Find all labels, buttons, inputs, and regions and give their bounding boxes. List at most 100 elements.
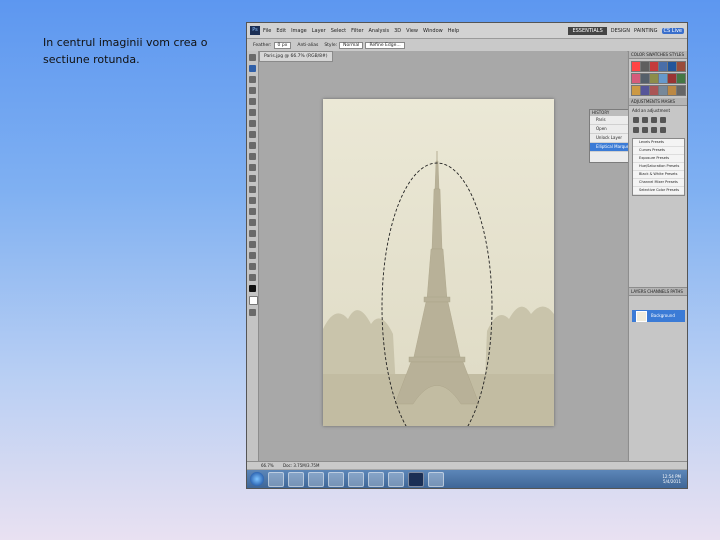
taskbar-clock[interactable]: 12:54 PM 5/4/2011: [662, 474, 681, 484]
workspace-design-button[interactable]: DESIGN: [611, 28, 630, 34]
color-swatches-tabs[interactable]: COLOR SWATCHES STYLES: [629, 51, 687, 59]
style-select[interactable]: Normal: [339, 41, 364, 49]
hand-tool-icon[interactable]: [249, 263, 256, 270]
quick-select-tool-icon[interactable]: [249, 87, 256, 94]
healing-tool-icon[interactable]: [249, 120, 256, 127]
curves-icon[interactable]: [651, 117, 657, 123]
eyedropper-tool-icon[interactable]: [249, 109, 256, 116]
preset-channel-mixer[interactable]: Channel Mixer Presets: [633, 179, 684, 187]
menu-window[interactable]: Window: [423, 28, 443, 34]
taskbar-firefox-icon[interactable]: [368, 471, 384, 487]
cs-live-button[interactable]: CS Live: [661, 27, 684, 34]
taskbar-media-icon[interactable]: [308, 471, 324, 487]
image-canvas[interactable]: [323, 99, 554, 452]
menu-file[interactable]: File: [263, 28, 271, 34]
exposure-icon[interactable]: [660, 117, 666, 123]
hue-saturation-icon[interactable]: [642, 127, 648, 133]
lasso-tool-icon[interactable]: [249, 76, 256, 83]
adjustment-icons-row-2: [629, 125, 687, 135]
adjustment-icons-row-1: [629, 115, 687, 125]
taskbar-photoshop-icon[interactable]: [408, 471, 424, 487]
swatch[interactable]: [676, 73, 686, 84]
start-button-icon[interactable]: [250, 472, 264, 486]
adjustments-title: Add an adjustment: [632, 108, 671, 113]
dodge-tool-icon[interactable]: [249, 197, 256, 204]
windows-taskbar: 12:54 PM 5/4/2011: [247, 470, 687, 488]
foreground-color-swatch[interactable]: [249, 285, 256, 292]
path-select-tool-icon[interactable]: [249, 230, 256, 237]
background-color-swatch[interactable]: [249, 296, 258, 305]
preset-selective-color[interactable]: Selective Color Presets: [633, 187, 684, 195]
document-area: Paris.jpg @ 66.7% (RGB/8#) HISTORY Paris…: [259, 51, 641, 461]
menu-edit[interactable]: Edit: [276, 28, 286, 34]
taskbar-word-icon[interactable]: [428, 471, 444, 487]
status-bar: 66.7% Doc: 3.75M/3.75M: [247, 461, 687, 469]
preset-levels[interactable]: Levels Presets: [633, 139, 684, 147]
taskbar-paint-icon[interactable]: [348, 471, 364, 487]
menu-bar: Ps File Edit Image Layer Select Filter A…: [247, 23, 687, 39]
pen-tool-icon[interactable]: [249, 208, 256, 215]
color-balance-icon[interactable]: [651, 127, 657, 133]
history-brush-tool-icon[interactable]: [249, 153, 256, 160]
menu-select[interactable]: Select: [331, 28, 346, 34]
feather-label: Feather:: [253, 42, 272, 48]
menu-layer[interactable]: Layer: [312, 28, 326, 34]
brightness-icon[interactable]: [633, 117, 639, 123]
type-tool-icon[interactable]: [249, 219, 256, 226]
taskbar-explorer-icon[interactable]: [288, 471, 304, 487]
doc-size: Doc: 3.75M/3.75M: [283, 463, 320, 468]
workspace-painting-button[interactable]: PAINTING: [634, 28, 657, 34]
slide-caption: In centrul imaginii vom crea o sectiune …: [43, 36, 208, 66]
refine-edge-button[interactable]: Refine Edge...: [365, 41, 405, 49]
feather-input[interactable]: 0 px: [273, 41, 292, 49]
black-white-icon[interactable]: [660, 127, 666, 133]
quick-mask-icon[interactable]: [249, 309, 256, 316]
swatch[interactable]: [676, 61, 686, 72]
preset-hue-saturation[interactable]: Hue/Saturation Presets: [633, 163, 684, 171]
levels-icon[interactable]: [642, 117, 648, 123]
taskbar-app-icon[interactable]: [388, 471, 404, 487]
menu-filter[interactable]: Filter: [351, 28, 363, 34]
layer-row-background[interactable]: Background: [632, 310, 685, 322]
stamp-tool-icon[interactable]: [249, 142, 256, 149]
preset-curves[interactable]: Curves Presets: [633, 147, 684, 155]
menu-view[interactable]: View: [406, 28, 418, 34]
preset-exposure[interactable]: Exposure Presets: [633, 155, 684, 163]
layer-name: Background: [651, 313, 675, 318]
workspace-essentials-button[interactable]: ESSENTIALS: [568, 26, 607, 35]
eraser-tool-icon[interactable]: [249, 164, 256, 171]
right-panels: COLOR SWATCHES STYLES ADJUSTMENTS MASKS …: [628, 51, 687, 462]
photoshop-logo: Ps: [250, 26, 260, 35]
menu-image[interactable]: Image: [291, 28, 307, 34]
adjustments-tabs[interactable]: ADJUSTMENTS MASKS: [629, 98, 687, 106]
preset-black-white[interactable]: Black & White Presets: [633, 171, 684, 179]
swatches-grid: [629, 59, 687, 98]
antialias-checkbox[interactable]: Anti-alias: [297, 43, 318, 48]
layers-tabs[interactable]: LAYERS CHANNELS PATHS: [629, 288, 687, 296]
adjustment-presets-list: Levels Presets Curves Presets Exposure P…: [632, 138, 685, 196]
document-tab[interactable]: Paris.jpg @ 66.7% (RGB/8#): [259, 51, 333, 62]
clock-date: 5/4/2011: [663, 479, 681, 484]
shape-tool-icon[interactable]: [249, 241, 256, 248]
eiffel-tower-photo: [323, 99, 554, 452]
crop-tool-icon[interactable]: [249, 98, 256, 105]
photoshop-screenshot: Ps File Edit Image Layer Select Filter A…: [246, 22, 688, 489]
layers-panel: LAYERS CHANNELS PATHS Background: [629, 287, 687, 462]
menu-analysis[interactable]: Analysis: [369, 28, 390, 34]
workspace-switcher: ESSENTIALS DESIGN PAINTING CS Live: [568, 26, 687, 35]
vibrance-icon[interactable]: [633, 127, 639, 133]
marquee-tool-icon[interactable]: [249, 65, 256, 72]
brush-tool-icon[interactable]: [249, 131, 256, 138]
zoom-level[interactable]: 66.7%: [261, 463, 274, 468]
taskbar-ie-icon[interactable]: [268, 471, 284, 487]
menu-help[interactable]: Help: [448, 28, 459, 34]
gradient-tool-icon[interactable]: [249, 175, 256, 182]
blur-tool-icon[interactable]: [249, 186, 256, 193]
layer-thumbnail: [636, 310, 647, 322]
zoom-tool-icon[interactable]: [249, 274, 256, 281]
taskbar-chrome-icon[interactable]: [328, 471, 344, 487]
menu-3d[interactable]: 3D: [394, 28, 401, 34]
move-tool-icon[interactable]: [249, 54, 256, 61]
swatch[interactable]: [676, 85, 686, 96]
3d-rotate-tool-icon[interactable]: [249, 252, 256, 259]
